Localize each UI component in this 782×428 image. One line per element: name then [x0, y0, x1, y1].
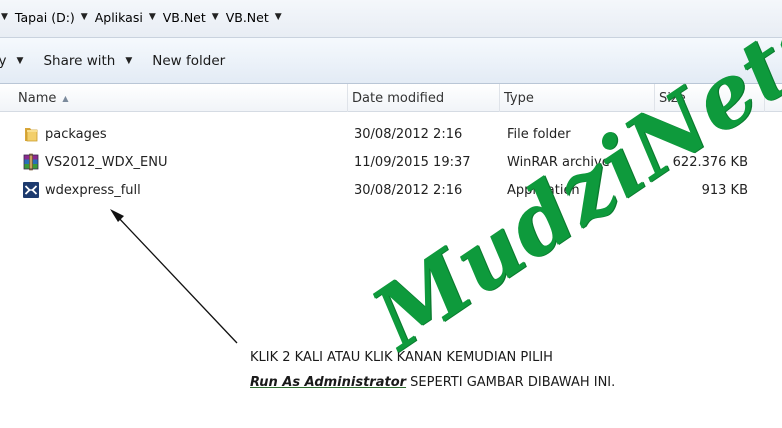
annotation-line-1: KLIK 2 KALI ATAU KLIK KANAN KEMUDIAN PIL…	[250, 350, 553, 365]
annotation-rest: SEPERTI GAMBAR DIBAWAH INI.	[406, 375, 616, 390]
annotation-emphasis: Run As Administrator	[250, 375, 407, 390]
annotation-line-2: Run As Administrator SEPERTI GAMBAR DIBA…	[250, 375, 615, 390]
